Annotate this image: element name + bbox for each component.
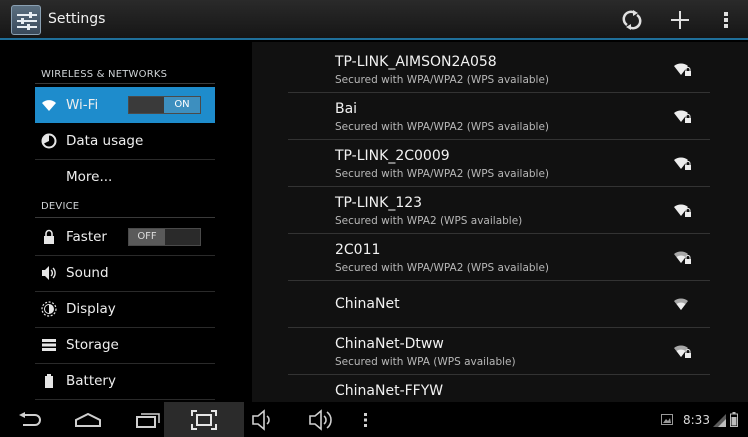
recent-apps-icon [136, 412, 160, 428]
category-divider [35, 83, 215, 84]
settings-item-label: Wi-Fi [66, 97, 99, 113]
toggle-state-label: ON [164, 97, 200, 113]
gallery-notification-icon[interactable] [661, 414, 673, 425]
system-navigation-bar: 8:33 [0, 402, 748, 437]
lock-icon [44, 229, 54, 244]
network-ssid: TP-LINK_123 [335, 195, 423, 211]
data-usage-icon [41, 133, 57, 149]
volume-down-button[interactable] [246, 402, 280, 437]
settings-item-label: More... [66, 169, 113, 185]
wifi-network-item[interactable]: TP-LINK_2C0009 Secured with WPA/WPA2 (WP… [288, 139, 710, 186]
action-bar: Settings [0, 0, 748, 40]
settings-item-battery[interactable]: Battery [35, 363, 215, 399]
screenshot-frame-icon [191, 409, 217, 430]
volume-down-icon [252, 408, 270, 431]
network-security: Secured with WPA/WPA2 (WPS available) [335, 121, 550, 133]
add-network-button[interactable] [666, 6, 694, 34]
toggle-state-label: OFF [129, 229, 165, 245]
battery-status-icon [730, 412, 738, 427]
settings-item-label: Storage [66, 337, 119, 353]
network-security: Secured with WPA (WPS available) [335, 356, 516, 368]
wps-refresh-icon [622, 10, 642, 30]
page-title: Settings [48, 11, 106, 27]
wifi-signal-open-icon [674, 298, 688, 310]
home-icon [75, 412, 101, 427]
settings-item-label: Faster [66, 229, 107, 245]
network-ssid: ChinaNet-FFYW [335, 383, 444, 399]
settings-item-label: Battery [66, 373, 116, 389]
wifi-signal-locked-icon [674, 204, 691, 217]
wifi-icon [42, 100, 56, 111]
overflow-dots-icon [724, 12, 728, 28]
wifi-network-item[interactable]: 2C011 Secured with WPA/WPA2 (WPS availab… [288, 233, 710, 280]
wifi-signal-locked-icon [674, 63, 691, 76]
category-wireless-networks: WIRELESS & NETWORKS [41, 69, 168, 80]
plus-icon [671, 11, 689, 29]
recent-apps-button[interactable] [128, 402, 168, 437]
category-device: DEVICE [41, 201, 80, 212]
network-security: Secured with WPA/WPA2 (WPS available) [335, 262, 550, 274]
refresh-wps-button[interactable] [618, 6, 646, 34]
network-security: Secured with WPA/WPA2 (WPS available) [335, 74, 550, 86]
network-ssid: Bai [335, 101, 358, 117]
settings-item-sound[interactable]: Sound [35, 255, 215, 291]
category-divider [35, 217, 215, 218]
network-security: Secured with WPA/WPA2 (WPS available) [335, 168, 550, 180]
wifi-signal-locked-icon [674, 345, 691, 358]
network-ssid: TP-LINK_2C0009 [335, 148, 450, 164]
network-ssid: TP-LINK_AIMSON2A058 [335, 54, 497, 70]
settings-headers-list: WIRELESS & NETWORKS Wi-Fi ON Data usage … [0, 42, 250, 402]
wifi-toggle[interactable]: ON [128, 96, 201, 114]
back-button[interactable] [10, 402, 50, 437]
wifi-network-item[interactable]: ChinaNet [288, 280, 710, 327]
sound-icon [42, 266, 56, 280]
menu-button[interactable] [358, 402, 374, 437]
wifi-network-item[interactable]: TP-LINK_AIMSON2A058 Secured with WPA/WPA… [288, 45, 710, 92]
settings-item-faster[interactable]: Faster OFF [35, 219, 215, 255]
settings-item-label: Data usage [66, 133, 144, 149]
home-button[interactable] [68, 402, 108, 437]
wifi-network-item[interactable]: ChinaNet-FFYW [288, 374, 710, 402]
settings-app-icon[interactable] [11, 5, 41, 35]
wifi-signal-locked-icon [674, 157, 691, 170]
wifi-network-item[interactable]: TP-LINK_123 Secured with WPA2 (WPS avail… [288, 186, 710, 233]
network-ssid: ChinaNet [335, 296, 400, 312]
screenshot-button[interactable] [164, 402, 244, 437]
network-ssid: 2C011 [335, 242, 381, 258]
wifi-status-icon [713, 414, 726, 427]
faster-toggle[interactable]: OFF [128, 228, 201, 246]
settings-item-display[interactable]: Display [35, 291, 215, 327]
overflow-menu-button[interactable] [712, 6, 740, 34]
wifi-network-list: TP-LINK_AIMSON2A058 Secured with WPA/WPA… [252, 42, 748, 402]
list-divider [35, 399, 215, 400]
back-arrow-icon [19, 411, 41, 426]
settings-item-label: Display [66, 301, 116, 317]
menu-dots-icon [364, 412, 367, 427]
battery-icon [45, 374, 53, 388]
display-brightness-icon [41, 301, 57, 317]
wifi-signal-locked-icon [674, 251, 691, 264]
settings-item-more[interactable]: More... [35, 159, 215, 195]
volume-up-button[interactable] [304, 402, 340, 437]
wifi-network-item[interactable]: ChinaNet-Dtww Secured with WPA (WPS avai… [288, 327, 710, 374]
network-security: Secured with WPA2 (WPS available) [335, 215, 523, 227]
network-ssid: ChinaNet-Dtww [335, 336, 444, 352]
wifi-signal-locked-icon [674, 110, 691, 123]
wifi-network-item[interactable]: Bai Secured with WPA/WPA2 (WPS available… [288, 92, 710, 139]
settings-item-wifi[interactable]: Wi-Fi ON [35, 87, 215, 123]
volume-up-icon [309, 408, 332, 431]
storage-icon [42, 339, 56, 351]
settings-item-storage[interactable]: Storage [35, 327, 215, 363]
settings-item-label: Sound [66, 265, 109, 281]
status-clock: 8:33 [683, 413, 710, 427]
settings-item-data-usage[interactable]: Data usage [35, 123, 215, 159]
